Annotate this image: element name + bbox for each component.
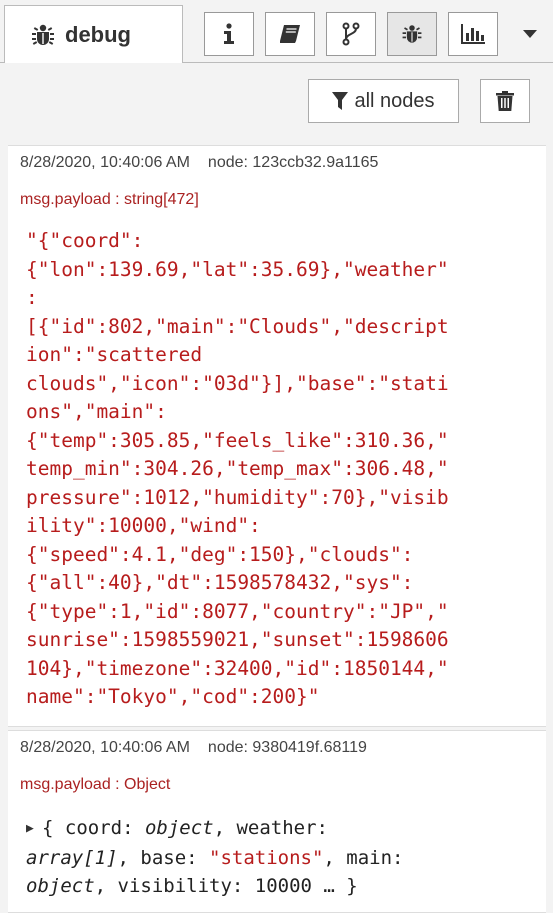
payload-line: {"speed":4.1,"deg":150},"clouds":: [26, 542, 414, 566]
book-icon: [280, 25, 300, 43]
payload-line: clouds","icon":"03d"}],"base":"stati: [26, 371, 449, 395]
message-node-link[interactable]: node: 9380419f.68119: [208, 739, 367, 756]
payload-line: 104},"timezone":32400,"id":1850144,": [26, 656, 449, 680]
payload-line: {"all":40},"dt":1598578432,"sys":: [26, 571, 414, 594]
debug-message: 8/28/2020, 10:40:06 AM node: 123ccb32.9a1…: [8, 145, 546, 727]
debug-button[interactable]: [387, 12, 437, 56]
object-text: { coord:: [42, 817, 145, 839]
expand-caret-icon[interactable]: ▶: [26, 815, 42, 844]
payload-line: ion":"scattered: [26, 343, 203, 366]
context-button[interactable]: [326, 12, 376, 56]
object-value: object: [26, 875, 95, 897]
tab-debug[interactable]: debug: [4, 5, 183, 63]
trash-icon: [496, 91, 514, 111]
payload-line: :: [26, 286, 38, 309]
message-timestamp: 8/28/2020, 10:40:06 AM: [20, 739, 190, 756]
object-value: object: [144, 817, 214, 839]
sidebar-menu-button[interactable]: [518, 26, 542, 42]
payload-line: {"lon":139.69,"lat":35.69},"weather": [26, 257, 449, 281]
payload-line: temp_min":304.26,"temp_max":306.48,": [26, 457, 449, 480]
info-icon: [224, 23, 234, 44]
object-text: , main:: [323, 846, 404, 869]
object-value: array[1]: [26, 846, 118, 869]
payload-line: name":"Tokyo","cod":200}": [26, 685, 320, 708]
sidebar-header: debug: [0, 0, 553, 66]
filter-icon: [332, 92, 349, 110]
tab-debug-label: debug: [65, 21, 131, 47]
message-payload-type: msg.payload : string[472]: [20, 191, 199, 208]
payload-line: ility":10000,"wind":: [26, 514, 261, 537]
info-button[interactable]: [204, 12, 254, 56]
filter-label: all nodes: [354, 89, 435, 112]
payload-line: pressure":1012,"humidity":70},"visib: [26, 485, 449, 509]
object-text: , base:: [117, 846, 210, 869]
bug-icon: [402, 25, 422, 43]
object-value: "stations": [209, 846, 324, 869]
chevron-down-icon: [523, 30, 537, 38]
payload-line: sunrise":1598559021,"sunset":1598606: [26, 628, 449, 651]
debug-message: 8/28/2020, 10:40:06 AM node: 9380419f.681…: [8, 730, 546, 913]
message-timestamp: 8/28/2020, 10:40:06 AM: [20, 154, 190, 171]
bar-chart-icon: [461, 24, 485, 44]
message-payload-object[interactable]: ▶{ coord: object, weather: array[1], base…: [26, 814, 404, 901]
object-text: , visibility: 10000 … }: [94, 875, 358, 897]
object-text: , weather:: [213, 817, 328, 839]
payload-line: [{"id":802,"main":"Clouds","descript: [26, 314, 449, 338]
bug-icon: [32, 24, 54, 45]
message-payload-string[interactable]: "{"coord": {"lon":139.69,"lat":35.69},"we…: [26, 227, 449, 712]
payload-line: "{"coord":: [26, 229, 144, 252]
help-button[interactable]: [265, 12, 315, 56]
message-meta: 8/28/2020, 10:40:06 AM node: 123ccb32.9a1…: [20, 154, 378, 172]
payload-line: {"temp":305.85,"feels_like":310.36,": [26, 428, 449, 452]
message-payload-type: msg.payload : Object: [20, 776, 171, 793]
clear-button[interactable]: [480, 79, 530, 123]
payload-line: ons","main":: [26, 400, 167, 423]
branch-icon: [342, 22, 360, 46]
message-node-link[interactable]: node: 123ccb32.9a1165: [208, 154, 379, 171]
debug-toolbar: all nodes: [0, 63, 553, 143]
dashboard-button[interactable]: [448, 12, 498, 56]
filter-button[interactable]: all nodes: [308, 79, 459, 123]
message-meta: 8/28/2020, 10:40:06 AM node: 9380419f.681…: [20, 739, 367, 757]
payload-line: {"type":1,"id":8077,"country":"JP",": [26, 599, 449, 623]
